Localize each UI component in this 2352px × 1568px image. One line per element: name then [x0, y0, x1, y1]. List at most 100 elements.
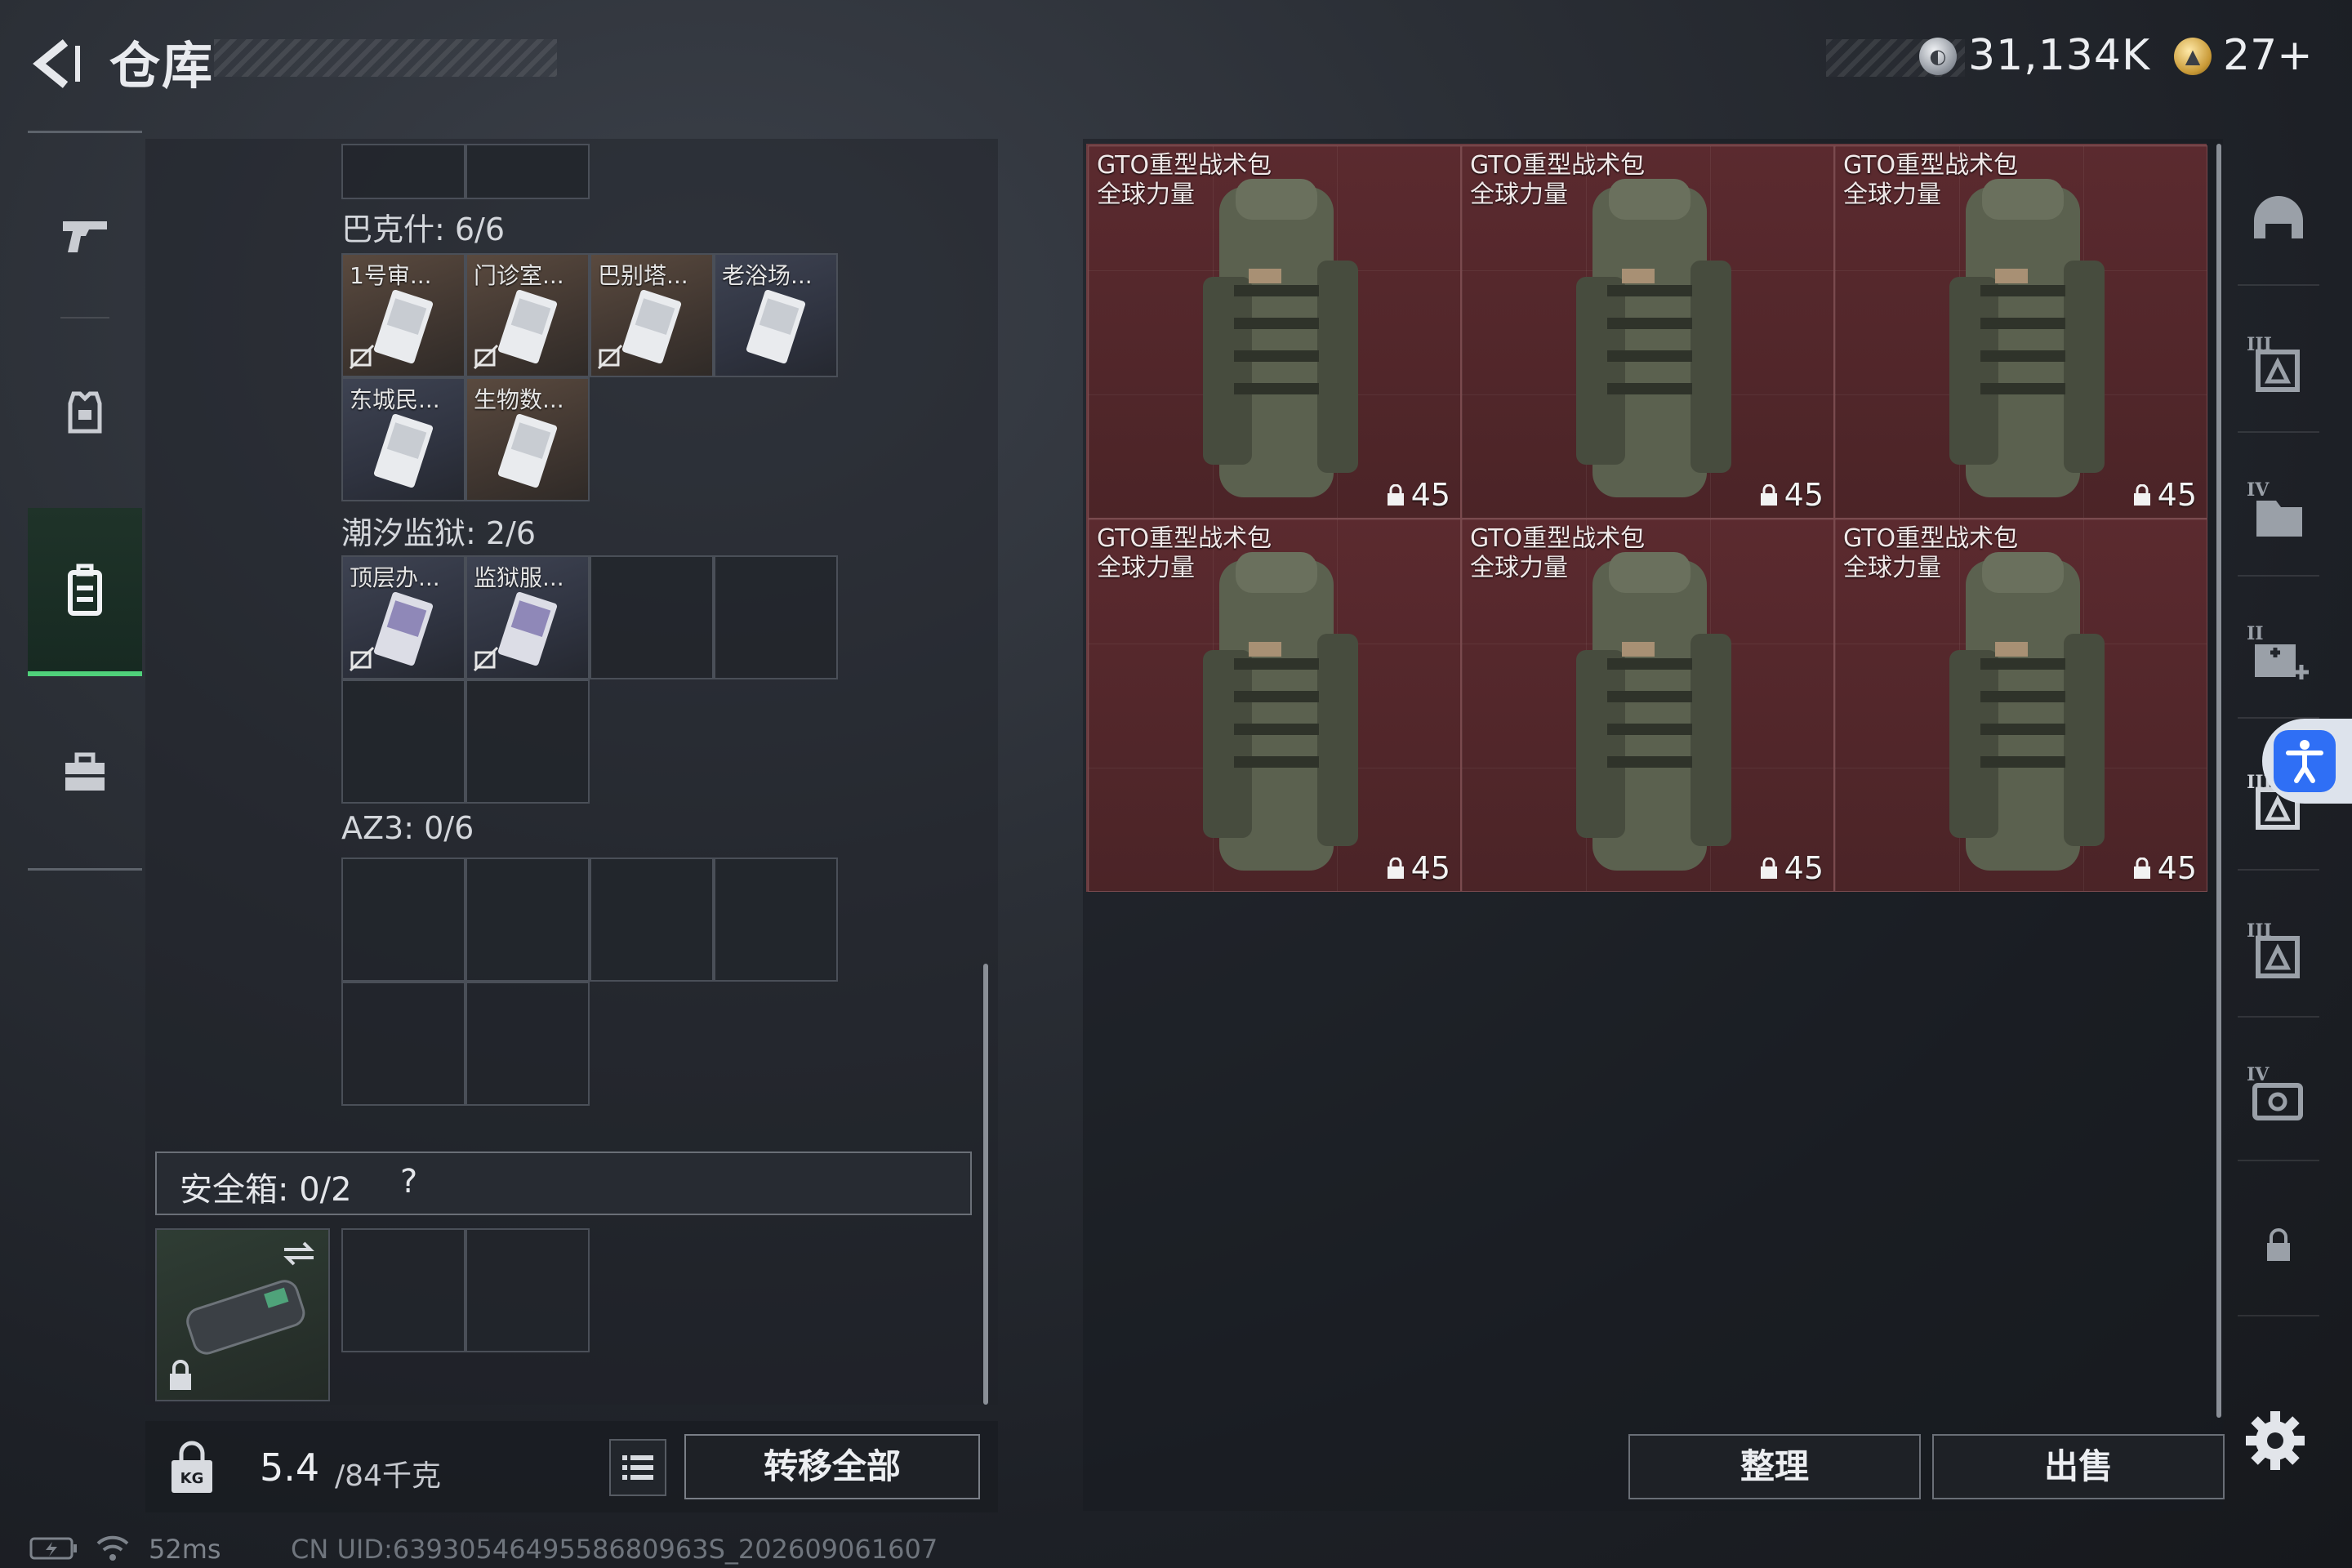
- back-icon[interactable]: [24, 31, 90, 96]
- item-count: 45: [2132, 850, 2197, 886]
- money-coin-icon: ◐: [1919, 38, 1957, 75]
- item-count-value: 45: [2157, 850, 2197, 886]
- safe-case-icon: [186, 1280, 305, 1355]
- grid-cell[interactable]: [466, 144, 590, 199]
- grid-cell[interactable]: [466, 858, 590, 982]
- accessibility-button[interactable]: [2262, 719, 2352, 804]
- nav-weapons[interactable]: [28, 150, 142, 314]
- uid-text: CN UID:6393054649558680963S_202609061607: [291, 1534, 938, 1565]
- section-label-prison: 潮汐监狱: 2/6: [341, 515, 537, 551]
- backpack-item[interactable]: GTO重型战术包 全球力量 45: [1834, 519, 2207, 892]
- svg-text:II: II: [2247, 623, 2264, 644]
- item-count-value: 45: [1410, 477, 1450, 513]
- filter-locked[interactable]: [2238, 1196, 2319, 1294]
- case-tier4-icon: IV: [2247, 479, 2302, 537]
- filter-helmet[interactable]: [2238, 172, 2319, 270]
- lock-count-icon: [1760, 484, 1777, 506]
- keycard-item[interactable]: 门诊室...: [466, 253, 590, 377]
- container-scrollbar[interactable]: [983, 964, 988, 1405]
- keycard-icon: [373, 289, 434, 364]
- grid-cell[interactable]: [341, 144, 466, 199]
- gun-icon: [63, 221, 107, 252]
- keycard-icon: [373, 413, 434, 488]
- keycard-item[interactable]: 巴别塔...: [590, 253, 714, 377]
- rail-separator: [2238, 284, 2319, 286]
- keycard-item[interactable]: 监狱服...: [466, 555, 590, 679]
- no-insure-icon: [597, 344, 623, 370]
- filter-case-tier4[interactable]: IV: [2238, 462, 2319, 560]
- grid-cell[interactable]: [590, 858, 714, 982]
- item-count: 45: [2132, 477, 2197, 513]
- accessibility-icon: [2286, 740, 2323, 783]
- stash-scrollbar[interactable]: [2216, 144, 2221, 1418]
- settings-gear-icon[interactable]: [2241, 1406, 2310, 1475]
- keycard-item[interactable]: 老浴场...: [714, 253, 838, 377]
- keycard-icon: [621, 289, 682, 364]
- nav-backpack[interactable]: [28, 508, 142, 676]
- svg-text:IV: IV: [2247, 1064, 2270, 1085]
- filter-armor-tier3[interactable]: III: [2238, 317, 2319, 415]
- item-count: 45: [1758, 477, 1824, 513]
- armor-icon: [68, 391, 102, 434]
- safe-box-item[interactable]: [155, 1228, 330, 1401]
- item-count-value: 45: [1410, 850, 1450, 886]
- backpack-item[interactable]: GTO重型战术包 全球力量 45: [1461, 145, 1834, 519]
- filter-medkit-tier2[interactable]: II: [2238, 606, 2319, 704]
- section-label-az3: AZ3: 0/6: [341, 810, 474, 846]
- grid-cell[interactable]: [341, 679, 466, 804]
- keycard-item[interactable]: 东城民...: [341, 377, 466, 501]
- stash-grid: GTO重型战术包 全球力量 45 GTO重型战术包 全球力量 45 GTO重型战…: [1086, 144, 2207, 892]
- item-count-value: 45: [1784, 850, 1824, 886]
- grid-cell[interactable]: [466, 1228, 590, 1352]
- backpack-item[interactable]: GTO重型战术包 全球力量 45: [1088, 519, 1461, 892]
- wifi-icon: [96, 1535, 129, 1561]
- keycard-item[interactable]: 1号审...: [341, 253, 466, 377]
- help-icon[interactable]: ?: [400, 1163, 417, 1200]
- tactical-backpack-icon: [1203, 552, 1358, 871]
- rail-separator: [2238, 869, 2319, 871]
- grid-cell[interactable]: [714, 858, 838, 982]
- grid-cell[interactable]: [466, 679, 590, 804]
- grid-cell[interactable]: [590, 555, 714, 679]
- keycard-item[interactable]: 生物数...: [466, 377, 590, 501]
- grid-cell[interactable]: [466, 982, 590, 1106]
- ping-value: 52ms: [149, 1534, 221, 1565]
- backpack-item[interactable]: GTO重型战术包 全球力量 45: [1088, 145, 1461, 519]
- item-count: 45: [1758, 850, 1824, 886]
- keycard-item[interactable]: 顶层办...: [341, 555, 466, 679]
- grid-cell[interactable]: [714, 555, 838, 679]
- svg-text:KG: KG: [180, 1470, 204, 1487]
- baksh-grid: 1号审... 门诊室... 巴别塔... 老浴场... 东城民... 生物数..…: [341, 253, 838, 501]
- grid-cell[interactable]: [341, 858, 466, 982]
- coupon-value[interactable]: 27+: [2223, 31, 2313, 80]
- armor-tier3-icon: III: [2247, 920, 2300, 978]
- backpack-item[interactable]: GTO重型战术包 全球力量 45: [1461, 519, 1834, 892]
- helmet-icon: [2254, 196, 2303, 238]
- list-view-button[interactable]: [609, 1439, 666, 1496]
- transfer-all-button[interactable]: 转移全部: [684, 1434, 980, 1499]
- backpack-item[interactable]: GTO重型战术包 全球力量 45: [1834, 145, 2207, 519]
- swap-icon[interactable]: [281, 1240, 317, 1267]
- safe-box-label: 安全箱: 0/2: [180, 1171, 352, 1209]
- grid-cell[interactable]: [341, 1228, 466, 1352]
- az3-grid: [341, 858, 838, 1106]
- accessibility-icon-bg: [2274, 730, 2336, 792]
- sort-button[interactable]: 整理: [1628, 1434, 1921, 1499]
- rail-separator: [2238, 575, 2319, 577]
- item-count-value: 45: [1784, 477, 1824, 513]
- rail-separator: [2238, 1160, 2319, 1161]
- coupon-coin-icon: ▲: [2174, 38, 2212, 75]
- filter-armor-tier3-b[interactable]: III: [2238, 903, 2319, 1001]
- money-value[interactable]: 31,134K: [1968, 31, 2150, 80]
- item-count-value: 45: [2157, 477, 2197, 513]
- no-insure-icon: [473, 344, 499, 370]
- grid-cell[interactable]: [341, 982, 466, 1106]
- prison-grid: 顶层办... 监狱服...: [341, 555, 838, 804]
- sell-button[interactable]: 出售: [1932, 1434, 2225, 1499]
- keycard-icon: [497, 591, 558, 666]
- nav-armor[interactable]: [28, 330, 142, 493]
- rail-separator: [2238, 1315, 2319, 1316]
- item-count: 45: [1385, 850, 1450, 886]
- nav-toolbox[interactable]: [28, 691, 142, 854]
- filter-backpack-tier4[interactable]: IV: [2238, 1047, 2319, 1145]
